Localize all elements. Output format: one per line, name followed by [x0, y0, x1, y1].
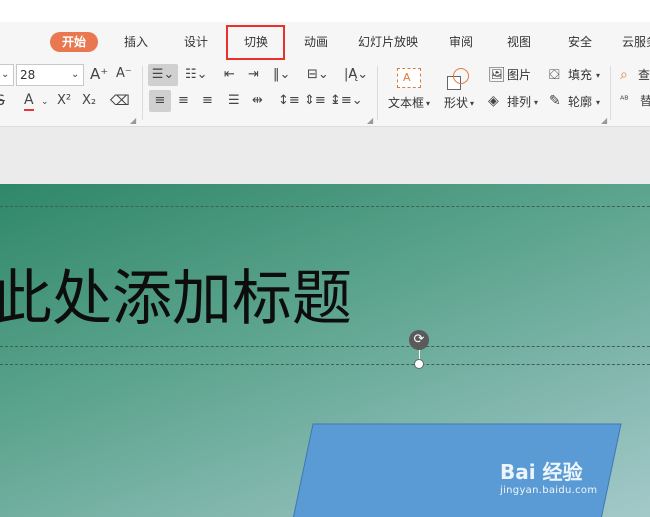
chevron-down-icon: ⌄ — [1, 69, 10, 80]
ribbon-tab-bar: 开始 插入 设计 切换 动画 幻灯片放映 审阅 视图 安全 云服务 — [0, 22, 650, 62]
fill-button[interactable]: 填充 — [568, 66, 592, 84]
font-size-value: 28 — [20, 68, 36, 82]
text-box-button[interactable]: 文本框 — [388, 94, 424, 112]
chevron-down-icon[interactable]: ▾ — [596, 67, 600, 85]
tab-view[interactable]: 视图 — [507, 32, 531, 52]
spacing-options-icon[interactable]: ↨≡⌄ — [330, 92, 363, 110]
tab-security[interactable]: 安全 — [568, 32, 592, 52]
arrange-button[interactable]: 排列 — [507, 93, 531, 111]
numbered-list-icon[interactable]: ☷⌄ — [185, 66, 208, 84]
distribute-icon[interactable]: ⇹ — [252, 92, 263, 110]
replace-label-fragment[interactable]: 替 — [640, 92, 650, 110]
ribbon-toolbar: ⌄ 28 ⌄ A⁺ A⁻ S A ⌄ X² X₂ ⌫ ◢ ☰⌄ ☷⌄ ⇤ ⇥ ‖… — [0, 62, 650, 127]
tab-design[interactable]: 设计 — [184, 32, 208, 52]
chevron-down-icon[interactable]: ▾ — [596, 94, 600, 112]
strikethrough-icon[interactable]: S — [0, 92, 5, 110]
text-direction-icon[interactable]: |Ą⌄ — [344, 66, 368, 84]
tab-insert[interactable]: 插入 — [124, 32, 148, 52]
chevron-down-icon[interactable]: ▾ — [534, 94, 538, 112]
tab-home[interactable]: 开始 — [50, 32, 99, 52]
text-box-icon[interactable]: A — [397, 68, 421, 88]
line-spacing-icon[interactable]: ↕≡ — [278, 92, 300, 110]
highlight-annotation-box — [226, 25, 285, 60]
chevron-down-icon: ⌄ — [71, 69, 80, 80]
watermark: Bai 经验 jingyan.baidu.com — [500, 456, 597, 496]
outline-pen-icon[interactable]: ✎ — [549, 92, 561, 110]
replace-icon[interactable]: ᴬᴮ — [620, 92, 629, 110]
circle-shape — [453, 68, 469, 84]
watermark-brand: Bai 经验 — [500, 460, 583, 484]
decrease-indent-icon[interactable]: ⇤ — [224, 66, 235, 84]
columns-icon[interactable]: ‖⌄ — [273, 66, 290, 84]
grow-font-icon[interactable]: A⁺ — [90, 65, 108, 83]
window-top-strip — [0, 0, 650, 22]
bullet-list-icon[interactable]: ☰⌄ — [148, 64, 178, 86]
subscript-icon[interactable]: X₂ — [82, 92, 96, 110]
arrange-icon[interactable]: ◈ — [488, 92, 499, 110]
find-button[interactable]: 查 — [638, 66, 650, 84]
text-box-glyph: A — [403, 71, 411, 84]
paragraph-spacing-icon[interactable]: ⇕≡ — [304, 92, 326, 110]
shrink-font-icon[interactable]: A⁻ — [116, 65, 132, 83]
watermark-url: jingyan.baidu.com — [500, 485, 598, 496]
font-name-box[interactable]: ⌄ — [0, 64, 14, 86]
chevron-down-icon[interactable]: ▾ — [470, 95, 474, 113]
tab-animation[interactable]: 动画 — [304, 32, 328, 52]
outline-button[interactable]: 轮廓 — [568, 93, 592, 111]
tab-slideshow[interactable]: 幻灯片放映 — [358, 32, 418, 52]
font-color-icon[interactable]: A — [24, 91, 34, 111]
chevron-down-icon[interactable]: ▾ — [426, 95, 430, 113]
superscript-icon[interactable]: X² — [57, 92, 71, 110]
divider — [610, 66, 611, 120]
align-right-icon[interactable]: ≡ — [202, 92, 213, 110]
align-left-icon[interactable]: ≡ — [149, 90, 171, 112]
text-box-align-icon[interactable]: ⊟⌄ — [307, 66, 329, 84]
chevron-down-icon[interactable]: ⌄ — [41, 93, 49, 111]
fill-bucket-icon[interactable]: ⛋ — [549, 66, 560, 84]
picture-button[interactable]: 图片 — [507, 66, 531, 84]
tab-review[interactable]: 审阅 — [449, 32, 473, 52]
shape-button[interactable]: 形状 — [444, 94, 468, 112]
divider — [377, 66, 378, 120]
increase-indent-icon[interactable]: ⇥ — [248, 66, 259, 84]
picture-icon[interactable]: 🖼 — [488, 66, 506, 84]
divider — [142, 66, 143, 120]
eraser-icon[interactable]: ⌫ — [110, 92, 130, 110]
font-size-box[interactable]: 28 ⌄ — [16, 64, 84, 86]
tab-cloud-service[interactable]: 云服务 — [622, 32, 650, 52]
align-center-icon[interactable]: ≡ — [178, 92, 189, 110]
justify-icon[interactable]: ☰ — [228, 92, 240, 110]
search-icon[interactable]: ⌕ — [620, 66, 628, 84]
shape-icon[interactable] — [447, 68, 469, 90]
editor-gap — [0, 127, 650, 184]
